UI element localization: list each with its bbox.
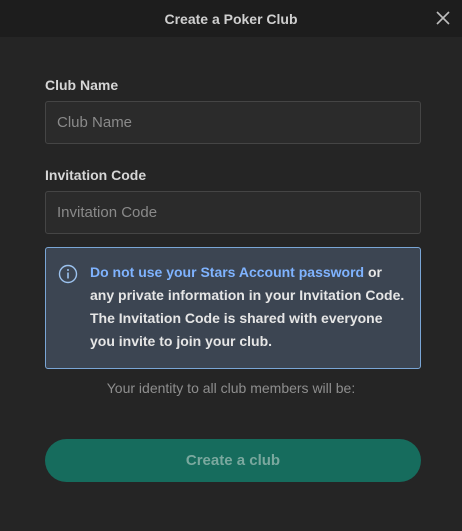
close-button[interactable] bbox=[434, 9, 452, 27]
identity-text: Your identity to all club members will b… bbox=[106, 380, 356, 396]
club-name-label: Club Name bbox=[45, 77, 119, 93]
invitation-code-input[interactable] bbox=[45, 191, 421, 234]
close-icon bbox=[436, 11, 450, 25]
info-icon bbox=[58, 264, 78, 284]
club-name-input[interactable] bbox=[45, 101, 421, 144]
notice-highlight-text: Do not use your Stars Account password bbox=[90, 264, 365, 280]
invitation-code-label: Invitation Code bbox=[45, 167, 147, 183]
create-club-dialog: Create a Poker Club Club Name Invitation… bbox=[0, 0, 462, 531]
dialog-title: Create a Poker Club bbox=[164, 10, 298, 27]
create-club-button[interactable]: Create a club bbox=[45, 439, 421, 482]
dialog-titlebar: Create a Poker Club bbox=[0, 0, 462, 37]
invitation-code-notice: Do not use your Stars Account password o… bbox=[45, 247, 421, 369]
